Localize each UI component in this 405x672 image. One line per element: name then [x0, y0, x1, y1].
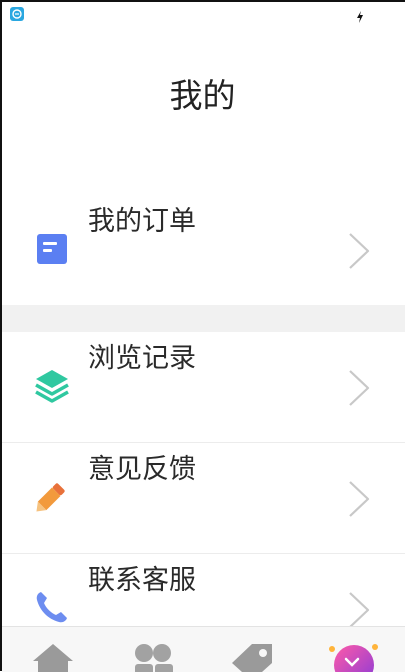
tab-home[interactable]	[2, 627, 102, 672]
menu-item-label: 意见反馈	[88, 454, 196, 485]
menu-item-label: 浏览记录	[88, 343, 196, 374]
app-notification-icon	[10, 7, 24, 21]
home-icon	[33, 644, 73, 672]
menu-item-my-orders[interactable]: 我的订单	[2, 195, 405, 305]
tab-category[interactable]	[102, 627, 202, 672]
menu-item-browse-history[interactable]: 浏览记录	[2, 332, 405, 442]
chevron-right-icon	[346, 368, 372, 408]
category-icon	[135, 644, 173, 672]
menu-item-label: 我的订单	[88, 206, 196, 237]
chevron-right-icon	[346, 231, 372, 271]
chevron-right-icon	[346, 479, 372, 519]
section-separator	[2, 305, 405, 332]
order-list-icon	[32, 228, 72, 268]
page-title: 我的	[169, 76, 236, 115]
status-bar	[2, 2, 405, 24]
tab-mine[interactable]	[302, 627, 402, 672]
layers-icon	[32, 365, 72, 405]
charging-icon	[356, 8, 364, 23]
chevron-right-icon	[346, 590, 372, 630]
mine-avatar-icon	[329, 644, 378, 672]
tag-icon	[232, 644, 272, 672]
tab-tag[interactable]	[202, 627, 302, 672]
pencil-icon	[32, 476, 72, 516]
bottom-tab-bar	[2, 626, 405, 672]
phone-icon	[32, 587, 72, 627]
menu-item-feedback[interactable]: 意见反馈	[2, 443, 405, 553]
